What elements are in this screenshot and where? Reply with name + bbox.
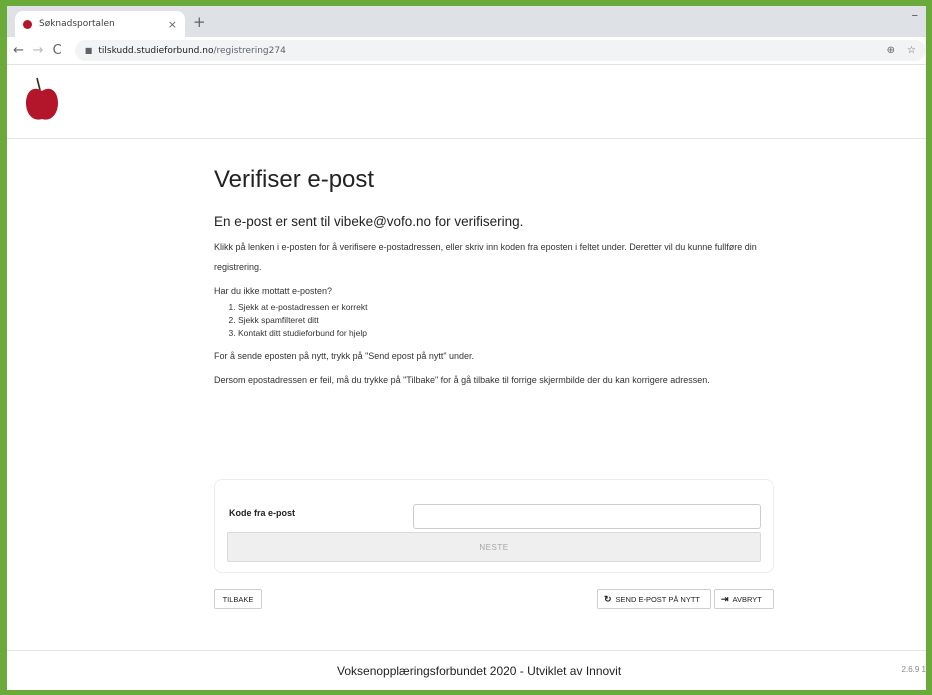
minimize-button[interactable]: – (912, 8, 919, 23)
new-tab-button[interactable]: + (193, 13, 206, 31)
back-info-text: Dersom epostadressen er feil, må du tryk… (214, 375, 710, 385)
list-item: Sjekk at e-postadressen er korrekt (238, 301, 774, 314)
cancel-button[interactable]: ⇥ AVBRYT (714, 589, 774, 609)
page-footer: Voksenopplæringsforbundet 2020 - Utvikle… (7, 650, 926, 690)
zoom-icon[interactable]: ⊕ (887, 45, 895, 56)
address-bar[interactable]: ■ tilskudd.studieforbund.no /registrerin… (74, 40, 926, 61)
favicon-icon (23, 19, 32, 29)
browser-tab[interactable]: Søknadsportalen × (15, 11, 185, 37)
code-form-card: Kode fra e-post NESTE (214, 479, 774, 573)
lock-icon: ■ (84, 46, 93, 55)
forward-arrow-icon[interactable]: → (28, 43, 47, 58)
next-button[interactable]: NESTE (227, 532, 761, 562)
not-received-text: Har du ikke mottatt e-posten? (214, 286, 333, 296)
back-button-label: TILBAKE (222, 594, 254, 604)
url-host: tilskudd.studieforbund.no (98, 45, 214, 56)
page-title: Verifiser e-post (214, 166, 375, 193)
browser-toolbar: ← → C ■ tilskudd.studieforbund.no /regis… (7, 37, 926, 65)
list-item: Sjekk spamfilteret ditt (238, 314, 774, 327)
resend-email-button[interactable]: ↻ SEND E-POST PÅ NYTT (597, 589, 711, 609)
code-field-label: Kode fra e-post (229, 508, 296, 518)
url-path: /registrering274 (213, 45, 286, 56)
main-content: Verifiser e-post En e-post er sent til v… (214, 166, 774, 390)
resend-info-text: For å sende eposten på nytt, trykk på "S… (214, 351, 475, 361)
browser-window: Søknadsportalen × + – ← → C ■ tilskudd.s… (7, 6, 926, 690)
cancel-button-label: AVBRYT (732, 594, 762, 604)
steps-list: Sjekk at e-postadressen er korrekt Sjekk… (214, 301, 774, 340)
instruction-text: Klikk på lenken i e-posten for å verifis… (214, 242, 757, 272)
list-item: Kontakt ditt studieforbund for hjelp (238, 327, 774, 340)
sign-out-icon: ⇥ (721, 593, 729, 604)
reload-icon[interactable]: C (48, 43, 67, 58)
page-subtitle: En e-post er sent til vibeke@vofo.no for… (214, 214, 524, 229)
tab-bar: Søknadsportalen × + – (7, 6, 926, 37)
resend-button-label: SEND E-POST PÅ NYTT (615, 594, 701, 604)
tab-close-icon[interactable]: × (168, 18, 177, 31)
back-button[interactable]: TILBAKE (214, 589, 262, 609)
bookmark-star-icon[interactable]: ☆ (907, 45, 916, 56)
apple-logo-icon[interactable] (25, 76, 59, 124)
app-header (7, 66, 926, 139)
tab-title: Søknadsportalen (39, 19, 115, 29)
back-arrow-icon[interactable]: ← (9, 43, 28, 58)
version-label: 2.6.9 1 (901, 665, 926, 674)
code-input[interactable] (413, 504, 761, 529)
footer-text: Voksenopplæringsforbundet 2020 - Utvikle… (337, 664, 622, 678)
refresh-icon: ↻ (604, 593, 612, 604)
